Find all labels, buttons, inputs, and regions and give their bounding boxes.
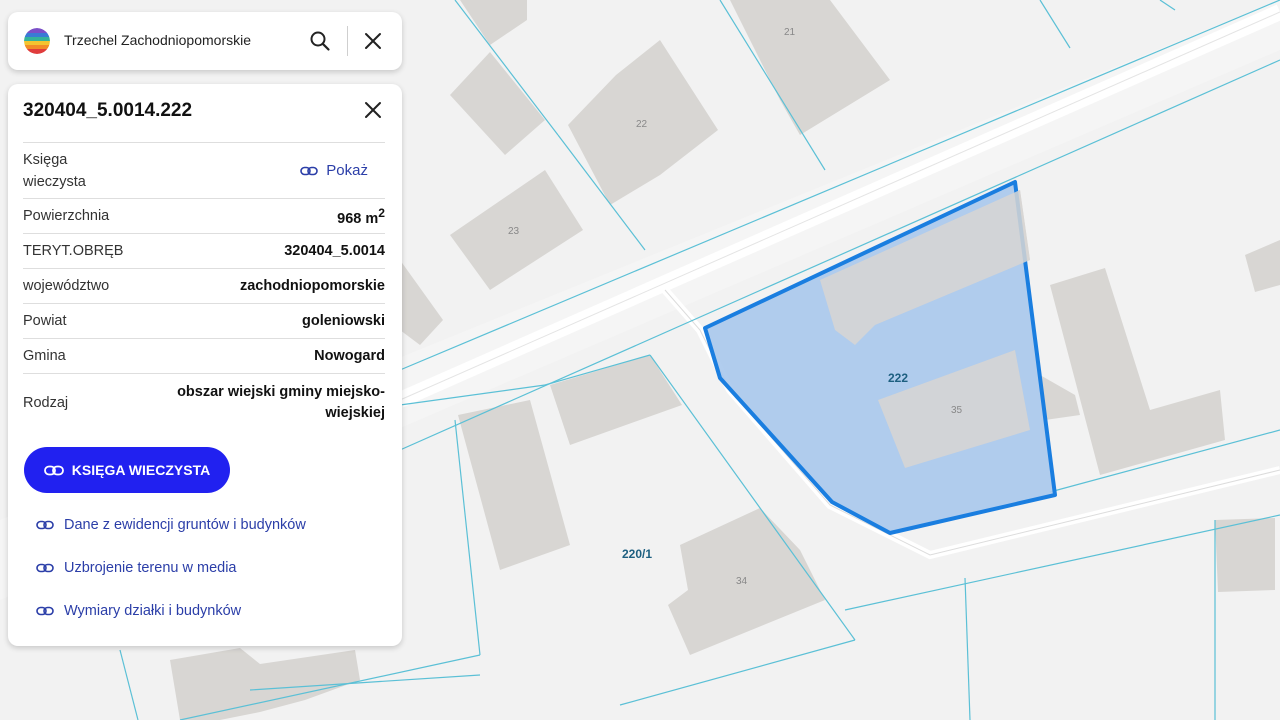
search-divider	[347, 26, 348, 56]
value-gmina: Nowogard	[314, 348, 385, 364]
link-dane-ewidencji-label[interactable]: Dane z ewidencji gruntów i budynków	[64, 517, 306, 533]
value-powiat: goleniowski	[302, 313, 385, 329]
label-powierzchnia: Powierzchnia	[23, 208, 110, 224]
row-teryt-obreb: TERYT.OBRĘB 320404_5.0014	[23, 233, 385, 268]
value-powierzchnia: 968 m2	[337, 205, 385, 227]
close-search-icon[interactable]	[361, 29, 385, 53]
value-rodzaj: obszar wiejski gminy miejsko-wiejskiej	[177, 383, 385, 421]
chain-link-icon	[36, 520, 54, 530]
label-powiat: Powiat	[23, 313, 67, 329]
value-teryt-obreb: 320404_5.0014	[284, 243, 385, 259]
row-powierzchnia: Powierzchnia 968 m2	[23, 198, 385, 233]
label-ksiega-wieczysta: Księga wieczysta	[23, 151, 86, 190]
chain-link-icon	[36, 563, 54, 573]
row-wojewodztwo: województwo zachodniopomorskie	[23, 268, 385, 303]
building-number-21: 21	[784, 27, 796, 38]
search-query-text[interactable]: Trzechel Zachodniopomorskie	[64, 32, 251, 48]
chain-link-icon	[300, 166, 319, 175]
chain-link-icon	[43, 465, 64, 475]
link-dane-ewidencji[interactable]: Dane z ewidencji gruntów i budynków	[36, 517, 306, 533]
parcel-label-220-1: 220/1	[622, 547, 652, 561]
link-wymiary-dzialki[interactable]: Wymiary działki i budynków	[36, 603, 241, 619]
link-uzbrojenie-terenu-label[interactable]: Uzbrojenie terenu w media	[64, 560, 236, 576]
label-rodzaj: Rodzaj	[23, 394, 69, 411]
building-number-34: 34	[736, 576, 748, 587]
ksiega-wieczysta-button-label[interactable]: KSIĘGA WIECZYSTA	[72, 462, 210, 478]
search-bar[interactable]: Trzechel Zachodniopomorskie	[8, 12, 402, 70]
link-wymiary-dzialki-label[interactable]: Wymiary działki i budynków	[64, 603, 241, 619]
parcel-label-222: 222	[888, 371, 908, 385]
label-teryt-obreb: TERYT.OBRĘB	[23, 243, 124, 259]
row-ksiega-wieczysta: Księga wieczysta Pokaż	[23, 142, 385, 198]
building-number-35: 35	[951, 405, 963, 416]
building-number-22: 22	[636, 119, 648, 130]
rainbow-logo-icon	[24, 28, 50, 54]
row-powiat: Powiat goleniowski	[23, 303, 385, 338]
parcel-id-title: 320404_5.0014.222	[23, 100, 193, 121]
label-gmina: Gmina	[23, 348, 66, 364]
close-panel-icon[interactable]	[361, 98, 385, 122]
magnifier-icon[interactable]	[308, 29, 332, 53]
building-number-23: 23	[508, 226, 520, 237]
pokaz-link[interactable]: Pokaż	[300, 162, 368, 179]
row-gmina: Gmina Nowogard	[23, 338, 385, 373]
link-uzbrojenie-terenu[interactable]: Uzbrojenie terenu w media	[36, 560, 236, 576]
value-wojewodztwo: zachodniopomorskie	[239, 278, 385, 294]
label-wojewodztwo: województwo	[23, 278, 110, 294]
pokaz-label[interactable]: Pokaż	[326, 162, 368, 179]
parcel-info-panel: 320404_5.0014.222 Księga wieczysta Pokaż…	[8, 84, 402, 646]
chain-link-icon	[36, 606, 54, 616]
row-rodzaj: Rodzaj obszar wiejski gminy miejsko-wiej…	[23, 373, 385, 431]
ksiega-wieczysta-button[interactable]: KSIĘGA WIECZYSTA	[24, 447, 230, 493]
parcel-attributes: Księga wieczysta Pokaż Powierzchnia 968 …	[23, 142, 385, 431]
